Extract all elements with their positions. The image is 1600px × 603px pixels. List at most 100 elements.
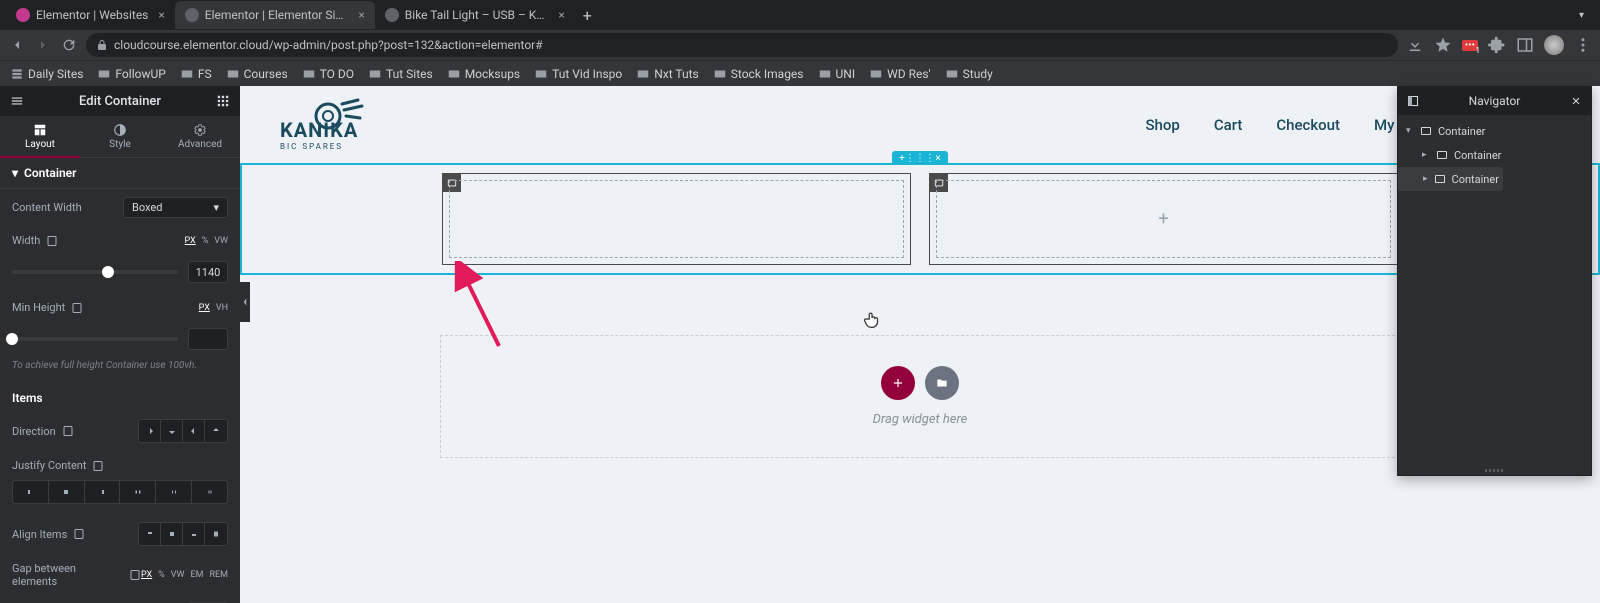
nav-link[interactable]: Cart (1214, 116, 1243, 134)
close-icon[interactable]: × (358, 8, 364, 22)
bookmark[interactable]: Mocksups (447, 67, 520, 81)
drop-zone[interactable]: Drag widget here (440, 335, 1400, 458)
justify-between[interactable] (120, 481, 156, 503)
justify-center[interactable] (49, 481, 85, 503)
responsive-icon[interactable] (129, 569, 141, 581)
forward-button[interactable] (34, 36, 52, 54)
nav-link[interactable]: Shop (1145, 116, 1179, 134)
chevron-down-icon[interactable]: ▾ (1579, 10, 1584, 21)
close-icon[interactable]: × (932, 153, 944, 164)
unit-px[interactable]: PX (185, 236, 196, 246)
template-button[interactable] (925, 366, 959, 400)
justify-around[interactable] (156, 481, 192, 503)
dock-icon[interactable] (1406, 94, 1420, 108)
dir-col[interactable] (161, 420, 183, 442)
chrome-tab[interactable]: Bike Tail Light – USB – Kanika B × (375, 1, 575, 29)
width-slider[interactable]: 1140 (0, 255, 240, 293)
justify-end[interactable] (85, 481, 121, 503)
tab-title: Elementor | Websites (36, 8, 148, 22)
inner-container-left[interactable] (442, 173, 911, 265)
side-panel-icon[interactable] (1516, 36, 1534, 54)
star-icon[interactable] (1434, 36, 1452, 54)
tab-advanced[interactable]: Advanced (160, 116, 240, 158)
close-icon[interactable]: × (158, 8, 164, 22)
profile-avatar[interactable] (1544, 35, 1564, 55)
unit-pct[interactable]: % (202, 236, 209, 246)
new-tab-button[interactable]: + (575, 6, 600, 25)
align-stretch[interactable] (205, 523, 227, 545)
bookmark[interactable]: FollowUP (97, 67, 165, 81)
row-content-width: Content Width Boxed▾ (0, 189, 240, 226)
align-end[interactable] (183, 523, 205, 545)
add-section-button[interactable] (881, 366, 915, 400)
chrome-tab[interactable]: Elementor | Elementor Single P × (175, 1, 375, 29)
bookmark[interactable]: Courses (226, 67, 288, 81)
bookmarks-bar: Daily Sites FollowUP FS Courses TO DO Tu… (0, 60, 1600, 86)
unit-vh[interactable]: VH (216, 303, 228, 313)
container-selected[interactable]: + ⋮⋮⋮ × + (240, 163, 1600, 275)
tab-layout[interactable]: Layout (0, 116, 80, 158)
tree-item-container[interactable]: ▸Container (1398, 167, 1503, 191)
chrome-tab[interactable]: Elementor | Websites × (6, 1, 175, 29)
inner-container-right[interactable]: + (929, 173, 1398, 265)
navigator-header[interactable]: Navigator (1398, 87, 1591, 115)
back-button[interactable] (8, 36, 26, 54)
tab-style[interactable]: Style (80, 116, 160, 158)
drag-handle-icon[interactable]: ⋮⋮⋮ (914, 153, 926, 164)
url-input[interactable]: cloudcourse.elementor.cloud/wp-admin/pos… (86, 33, 1398, 57)
toolbar-right: •••1 (1406, 35, 1592, 55)
bookmark[interactable]: FS (180, 67, 212, 81)
tree-item-container[interactable]: ▾Container (1398, 119, 1591, 143)
bookmark[interactable]: Nxt Tuts (636, 67, 699, 81)
align-center[interactable] (161, 523, 183, 545)
panel-collapse-button[interactable] (240, 282, 250, 322)
responsive-icon[interactable] (71, 302, 83, 314)
responsive-icon[interactable] (62, 425, 74, 437)
content-width-select[interactable]: Boxed▾ (123, 197, 228, 218)
responsive-icon[interactable] (46, 235, 58, 247)
bookmark[interactable]: Study (945, 67, 993, 81)
plus-icon[interactable]: + (1158, 209, 1168, 230)
gap-slider[interactable]: 20 (0, 596, 240, 603)
elementor-panel: Edit Container Layout Style Advanced ▾Co… (0, 86, 240, 603)
navigator-panel: Navigator ▾Container ▸Container ▸Contain… (1397, 86, 1592, 476)
responsive-icon[interactable] (73, 528, 85, 540)
align-start[interactable] (139, 523, 161, 545)
bookmark[interactable]: Tut Vid Inspo (534, 67, 622, 81)
close-icon[interactable] (1569, 94, 1583, 108)
bookmark[interactable]: Daily Sites (10, 67, 83, 81)
reload-button[interactable] (60, 36, 78, 54)
extension-badge[interactable]: •••1 (1462, 40, 1478, 51)
dir-row[interactable] (139, 420, 161, 442)
direction-buttons (138, 419, 228, 443)
responsive-icon[interactable] (92, 460, 104, 472)
justify-evenly[interactable] (192, 481, 227, 503)
bookmark[interactable]: WD Res' (869, 67, 931, 81)
section-container[interactable]: ▾Container (0, 158, 240, 189)
hamburger-icon[interactable] (9, 93, 25, 109)
install-icon[interactable] (1406, 36, 1424, 54)
dir-row-rev[interactable] (183, 420, 205, 442)
unit-px[interactable]: PX (199, 303, 210, 313)
justify-start[interactable] (13, 481, 49, 503)
nav-link[interactable]: Checkout (1276, 116, 1340, 134)
extensions-icon[interactable] (1488, 36, 1506, 54)
navigator-tree: ▾Container ▸Container ▸Container (1398, 115, 1591, 465)
min-height-input[interactable] (188, 328, 228, 350)
width-input[interactable]: 1140 (188, 261, 228, 283)
site-logo[interactable]: KANIKA BIC SPARES (280, 98, 390, 151)
bookmark[interactable]: UNI (818, 67, 856, 81)
close-icon[interactable]: × (558, 8, 564, 22)
unit-vw[interactable]: VW (214, 236, 228, 246)
bookmark[interactable]: Stock Images (713, 67, 804, 81)
menu-icon[interactable] (1574, 36, 1592, 54)
min-height-slider[interactable] (0, 322, 240, 360)
tree-item-container[interactable]: ▸Container (1398, 143, 1591, 167)
bookmark[interactable]: Tut Sites (368, 67, 433, 81)
dir-col-rev[interactable] (205, 420, 227, 442)
tab-title: Elementor | Elementor Single P (205, 8, 349, 22)
favicon-icon (185, 8, 199, 22)
bookmark[interactable]: TO DO (302, 67, 354, 81)
resize-handle[interactable] (1398, 465, 1591, 475)
grid-icon[interactable] (215, 93, 231, 109)
